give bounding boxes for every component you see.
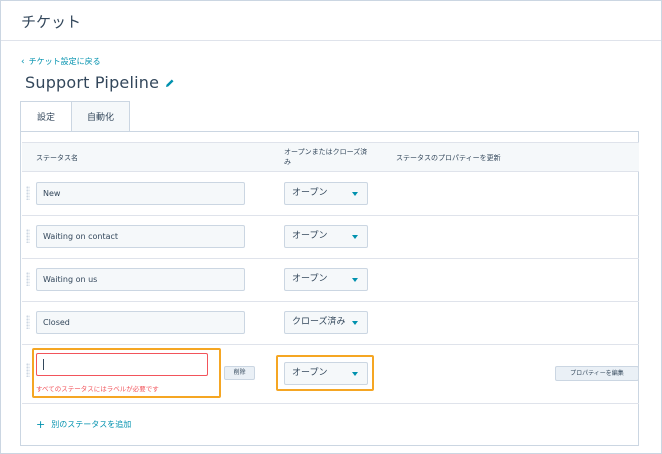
table-row: Waiting on contact オープン [22,216,639,259]
top-bar: チケット [1,1,661,41]
status-name-input[interactable]: New [36,182,245,205]
open-closed-select[interactable]: オープン [284,182,368,205]
caret-down-icon [352,372,358,376]
add-status-label: 別のステータスを追加 [51,420,132,429]
table-row: Waiting on us オープン [22,259,639,302]
edit-properties-button[interactable]: プロパティーを編集 [555,366,639,381]
caret-down-icon [352,278,358,282]
open-closed-select[interactable]: オープン [284,268,368,291]
open-closed-select[interactable]: オープン [284,225,368,248]
open-closed-value: オープン [292,188,328,198]
open-closed-value: オープン [292,274,328,284]
open-closed-select[interactable]: クローズ済み [284,311,368,334]
caret-down-icon [352,192,358,196]
table-header: ステータス名 オープンまたはクローズ済み ステータスのプロパティーを更新 [22,142,639,172]
add-status-link[interactable]: + 別のステータスを追加 [36,419,131,430]
status-name-input[interactable]: Waiting on contact [36,225,245,248]
text-cursor [43,359,44,370]
new-status-row: すべてのステータスにはラベルが必要です 削除 オープン プロパティーを編集 [22,345,639,404]
caret-down-icon [352,321,358,325]
pipeline-title: Support Pipeline [25,73,175,92]
open-closed-value: オープン [292,231,328,241]
delete-button[interactable]: 削除 [224,366,255,380]
open-closed-value: クローズ済み [292,317,346,327]
status-panel: ステータス名 オープンまたはクローズ済み ステータスのプロパティーを更新 New… [20,131,639,446]
caret-down-icon [352,235,358,239]
header-status-name: ステータス名 [36,154,78,162]
drag-handle-icon[interactable] [26,315,30,329]
drag-handle-icon[interactable] [26,272,30,286]
table-row: Closed クローズ済み [22,302,639,345]
drag-handle-icon[interactable] [26,363,30,377]
plus-icon: + [36,417,46,431]
back-link[interactable]: ‹ チケット設定に戻る [21,56,101,67]
new-status-name-input[interactable] [36,353,208,376]
header-properties: ステータスのプロパティーを更新 [396,154,501,162]
tab-bar: 設定 自動化 [20,101,130,132]
drag-handle-icon[interactable] [26,186,30,200]
tab-settings[interactable]: 設定 [20,101,72,132]
status-name-input[interactable]: Closed [36,311,245,334]
chevron-left-icon: ‹ [21,56,25,67]
tab-automation[interactable]: 自動化 [71,101,130,132]
pencil-icon[interactable] [165,78,175,88]
app-title: チケット [21,13,82,31]
header-open-closed: オープンまたはクローズ済み [284,148,368,166]
status-name-input[interactable]: Waiting on us [36,268,245,291]
drag-handle-icon[interactable] [26,229,30,243]
back-link-label: チケット設定に戻る [28,57,101,66]
table-row: New オープン [22,173,639,216]
pipeline-name: Support Pipeline [25,73,160,92]
validation-error: すべてのステータスにはラベルが必要です [36,385,159,393]
open-closed-value: オープン [292,368,328,378]
open-closed-select[interactable]: オープン [284,362,368,385]
